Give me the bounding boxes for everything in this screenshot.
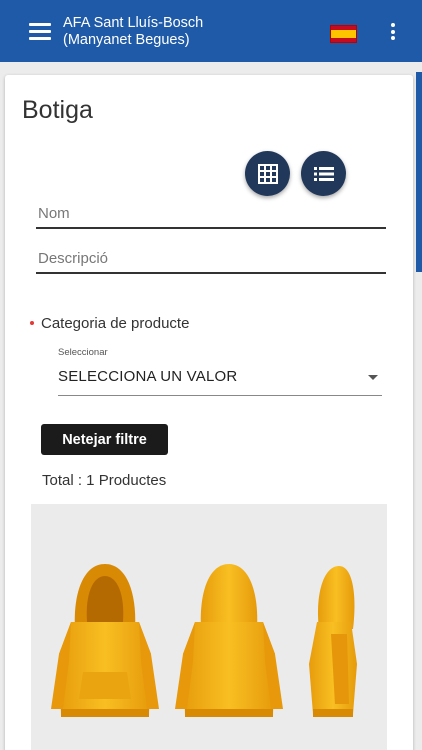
- list-view-button[interactable]: [301, 151, 346, 196]
- app-bar: AFA Sant Lluís-Bosch (Manyanet Begues): [0, 0, 422, 62]
- grid-view-icon: [257, 163, 278, 184]
- app-title-line2: (Manyanet Begues): [63, 32, 190, 48]
- product-image[interactable]: [31, 504, 387, 750]
- select-label: Seleccionar: [58, 347, 108, 358]
- description-field[interactable]: Descripció: [36, 244, 386, 274]
- select-value: SELECCIONA UN VALOR: [58, 368, 238, 385]
- name-placeholder: Nom: [38, 205, 70, 222]
- category-label: Categoria de producte: [41, 315, 190, 332]
- hamburger-menu-icon[interactable]: [29, 23, 51, 41]
- hoodie-back: [175, 564, 283, 717]
- spain-flag-icon[interactable]: [330, 25, 357, 43]
- total-count: Total : 1 Productes: [42, 472, 167, 489]
- name-field[interactable]: Nom: [36, 199, 386, 229]
- grid-view-button[interactable]: [245, 151, 290, 196]
- app-title-line1: AFA Sant Lluís-Bosch: [63, 15, 204, 31]
- app-title: AFA Sant Lluís-Bosch (Manyanet Begues): [63, 15, 203, 49]
- description-placeholder: Descripció: [38, 250, 109, 267]
- chevron-down-icon: [368, 375, 378, 380]
- hoodie-front: [51, 564, 159, 717]
- shop-card: Botiga Nom Descripció Categoria de produ…: [5, 75, 413, 750]
- clear-filter-button[interactable]: Netejar filtre: [41, 424, 168, 455]
- category-select[interactable]: Seleccionar SELECCIONA UN VALOR: [58, 345, 382, 396]
- page-title: Botiga: [22, 96, 93, 124]
- more-vert-icon[interactable]: [388, 23, 398, 43]
- scrollbar[interactable]: [416, 72, 422, 272]
- hoodie-illustration: [51, 564, 357, 717]
- list-view-icon: [313, 166, 334, 181]
- required-indicator: [30, 321, 34, 325]
- hoodie-side: [309, 566, 357, 717]
